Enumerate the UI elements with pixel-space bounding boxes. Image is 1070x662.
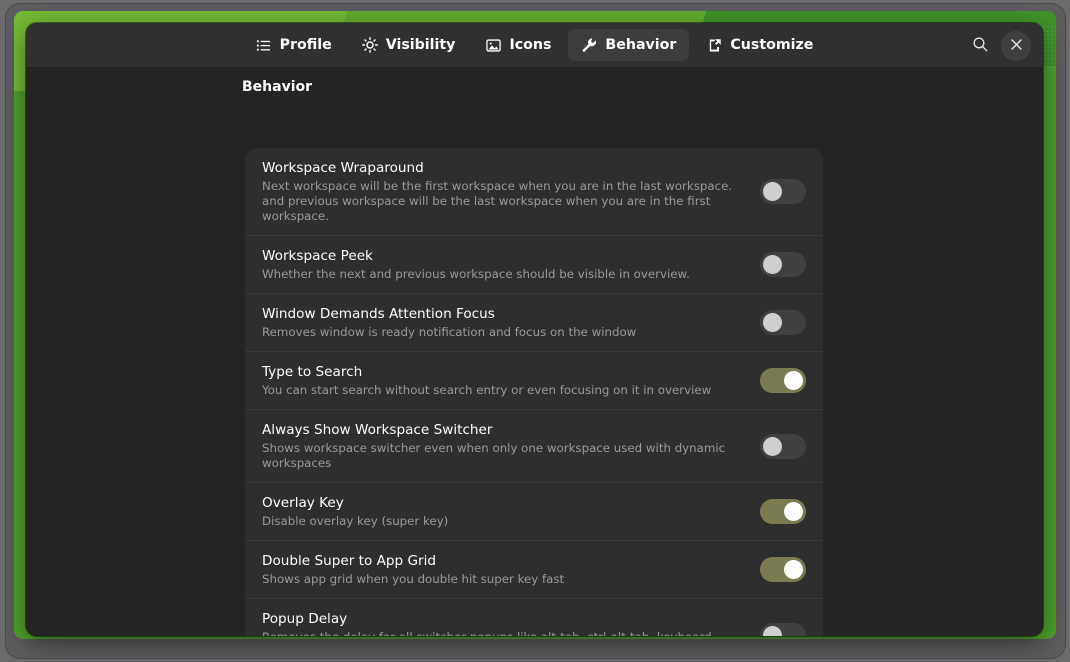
row-subtitle: Disable overlay key (super key)	[262, 514, 449, 528]
list-icon	[256, 37, 272, 53]
row-texts: Overlay Key Disable overlay key (super k…	[262, 494, 760, 529]
search-icon	[972, 36, 989, 56]
settings-window: Profile Visibility Icons Behavior Custom…	[26, 23, 1043, 636]
toggle-knob	[763, 625, 782, 636]
row-title: Popup Delay	[262, 611, 348, 627]
setting-row-workspace-peek: Workspace Peek Whether the next and prev…	[245, 235, 823, 293]
close-icon	[1010, 38, 1023, 54]
setting-row-double-super-to-app-grid: Double Super to App Grid Shows app grid …	[245, 540, 823, 598]
tab-label: Profile	[279, 37, 332, 53]
toggle-popup-delay[interactable]	[760, 622, 806, 636]
toggle-type-to-search[interactable]	[760, 368, 806, 393]
tab-label: Visibility	[385, 37, 456, 53]
toggle-workspace-wraparound[interactable]	[760, 179, 806, 204]
tab-behavior[interactable]: Behavior	[568, 29, 690, 61]
row-texts: Double Super to App Grid Shows app grid …	[262, 552, 760, 587]
tab-icons[interactable]: Icons	[472, 29, 564, 61]
row-texts: Workspace Wraparound Next workspace will…	[262, 159, 760, 224]
setting-row-type-to-search: Type to Search You can start search with…	[245, 351, 823, 409]
row-subtitle: Whether the next and previous workspace …	[262, 267, 690, 281]
desktop: Profile Visibility Icons Behavior Custom…	[0, 0, 1070, 662]
row-title: Workspace Peek	[262, 248, 373, 264]
row-subtitle: Shows workspace switcher even when only …	[262, 441, 726, 470]
row-title: Overlay Key	[262, 495, 344, 511]
row-subtitle: Removes the delay for all switcher popup…	[262, 630, 746, 636]
row-title: Type to Search	[262, 364, 363, 380]
row-subtitle: Next workspace will be the first workspa…	[262, 179, 733, 223]
tab-customize[interactable]: Customize	[693, 29, 826, 61]
tab-visibility[interactable]: Visibility	[349, 29, 469, 61]
tab-bar: Profile Visibility Icons Behavior Custom…	[243, 29, 827, 61]
wrench-icon	[581, 37, 597, 53]
tab-label: Icons	[509, 37, 552, 53]
setting-row-workspace-wraparound: Workspace Wraparound Next workspace will…	[245, 148, 823, 235]
row-title: Double Super to App Grid	[262, 553, 437, 569]
page-title: Behavior	[242, 79, 313, 95]
row-texts: Window Demands Attention Focus Removes w…	[262, 305, 760, 340]
toggle-knob	[763, 255, 782, 274]
sun-icon	[361, 37, 378, 53]
setting-row-popup-delay: Popup Delay Removes the delay for all sw…	[245, 598, 823, 636]
tab-label: Behavior	[605, 37, 677, 53]
row-texts: Workspace Peek Whether the next and prev…	[262, 247, 760, 282]
row-title: Workspace Wraparound	[262, 160, 424, 176]
row-texts: Popup Delay Removes the delay for all sw…	[262, 610, 760, 636]
close-button[interactable]	[1001, 30, 1031, 61]
tab-profile[interactable]: Profile	[243, 29, 345, 61]
row-subtitle: Shows app grid when you double hit super…	[262, 572, 565, 586]
row-title: Always Show Workspace Switcher	[262, 422, 493, 438]
toggle-overlay-key[interactable]	[760, 499, 806, 524]
window-headerbar: Profile Visibility Icons Behavior Custom…	[26, 23, 1043, 68]
toggle-knob	[784, 502, 803, 521]
toggle-knob	[763, 182, 782, 201]
tab-label: Customize	[730, 37, 814, 53]
headerbar-actions	[965, 23, 1031, 68]
toggle-knob	[763, 313, 782, 332]
toggle-workspace-peek[interactable]	[760, 252, 806, 277]
toggle-knob	[784, 560, 803, 579]
setting-row-always-show-workspace-switcher: Always Show Workspace Switcher Shows wor…	[245, 409, 823, 482]
toggle-window-demands-attention-focus[interactable]	[760, 310, 806, 335]
toggle-double-super-to-app-grid[interactable]	[760, 557, 806, 582]
image-icon	[485, 37, 501, 53]
cursor-icon	[706, 37, 722, 53]
settings-list: Workspace Wraparound Next workspace will…	[245, 148, 823, 636]
toggle-knob	[784, 371, 803, 390]
row-texts: Type to Search You can start search with…	[262, 363, 760, 398]
row-subtitle: Removes window is ready notification and…	[262, 325, 637, 339]
toggle-knob	[763, 436, 782, 456]
row-texts: Always Show Workspace Switcher Shows wor…	[262, 421, 760, 471]
setting-row-overlay-key: Overlay Key Disable overlay key (super k…	[245, 482, 823, 540]
search-button[interactable]	[965, 31, 995, 61]
row-title: Window Demands Attention Focus	[262, 306, 495, 322]
toggle-always-show-workspace-switcher[interactable]	[760, 433, 806, 459]
content-area: Behavior Workspace Wraparound Next works…	[26, 68, 1043, 636]
setting-row-window-demands-attention-focus: Window Demands Attention Focus Removes w…	[245, 293, 823, 351]
row-subtitle: You can start search without search entr…	[262, 383, 712, 397]
